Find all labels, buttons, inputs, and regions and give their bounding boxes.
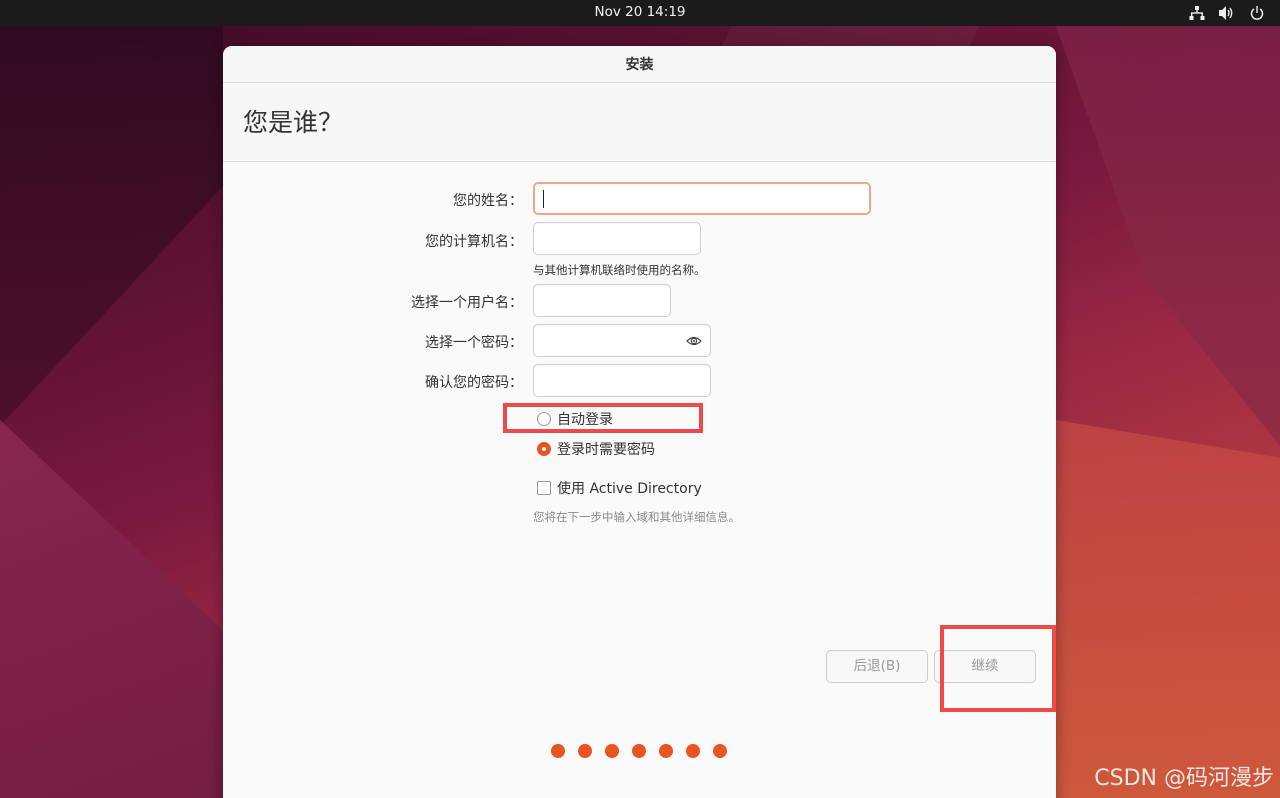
step-dot	[605, 744, 619, 758]
password-label: 选择一个密码：	[425, 335, 523, 351]
wallpaper-facet	[0, 26, 223, 426]
auto-login-label: 自动登录	[557, 412, 613, 428]
wallpaper-facet	[1056, 420, 1280, 798]
wallpaper-facet	[1056, 26, 1280, 446]
computer-name-label: 您的计算机名：	[425, 234, 523, 250]
back-button[interactable]: 后退(B)	[826, 650, 928, 683]
require-password-label: 登录时需要密码	[557, 442, 655, 458]
step-dot	[659, 744, 673, 758]
step-dot	[713, 744, 727, 758]
confirm-password-label: 确认您的密码：	[425, 375, 523, 391]
active-directory-checkbox[interactable]	[537, 481, 551, 495]
step-dot	[551, 744, 565, 758]
window-title: 安装	[223, 46, 1056, 83]
text-caret	[543, 190, 544, 208]
password-input[interactable]	[533, 324, 711, 357]
clock[interactable]: Nov 20 14:19	[0, 0, 1280, 26]
show-password-icon[interactable]	[686, 333, 702, 349]
computer-name-hint: 与其他计算机联络时使用的名称。	[533, 263, 706, 277]
wallpaper-facet	[0, 420, 260, 798]
auto-login-radio[interactable]	[537, 412, 551, 426]
system-tray[interactable]	[1188, 4, 1266, 22]
continue-button[interactable]: 继续	[934, 650, 1036, 683]
network-icon[interactable]	[1188, 4, 1206, 22]
name-label: 您的姓名：	[453, 193, 523, 209]
power-icon[interactable]	[1248, 4, 1266, 22]
step-dot	[686, 744, 700, 758]
username-label: 选择一个用户名：	[411, 295, 523, 311]
page-title: 您是谁？	[223, 83, 1056, 162]
username-input[interactable]	[533, 284, 671, 317]
active-directory-option[interactable]: 使用 Active Directory	[537, 478, 702, 498]
confirm-password-input[interactable]	[533, 364, 711, 397]
user-form: 您的姓名： 您的计算机名： 与其他计算机联络时使用的名称。 选择一个用户名： 选…	[223, 162, 1056, 798]
watermark: CSDN @码河漫步	[1094, 766, 1274, 791]
step-dot	[578, 744, 592, 758]
auto-login-option[interactable]: 自动登录	[537, 409, 613, 429]
require-password-option[interactable]: 登录时需要密码	[537, 439, 655, 459]
require-password-radio[interactable]	[537, 442, 551, 456]
active-directory-label: 使用 Active Directory	[557, 481, 702, 497]
step-dot	[632, 744, 646, 758]
computer-name-input[interactable]	[533, 222, 701, 255]
step-progress	[551, 744, 727, 758]
installer-window: 安装 您是谁？ 您的姓名： 您的计算机名： 与其他计算机联络时使用的名称。 选择…	[223, 46, 1056, 798]
active-directory-hint: 您将在下一步中输入域和其他详细信息。	[533, 510, 740, 524]
name-input[interactable]	[533, 182, 871, 215]
volume-icon[interactable]	[1218, 4, 1236, 22]
top-panel: Nov 20 14:19	[0, 0, 1280, 26]
